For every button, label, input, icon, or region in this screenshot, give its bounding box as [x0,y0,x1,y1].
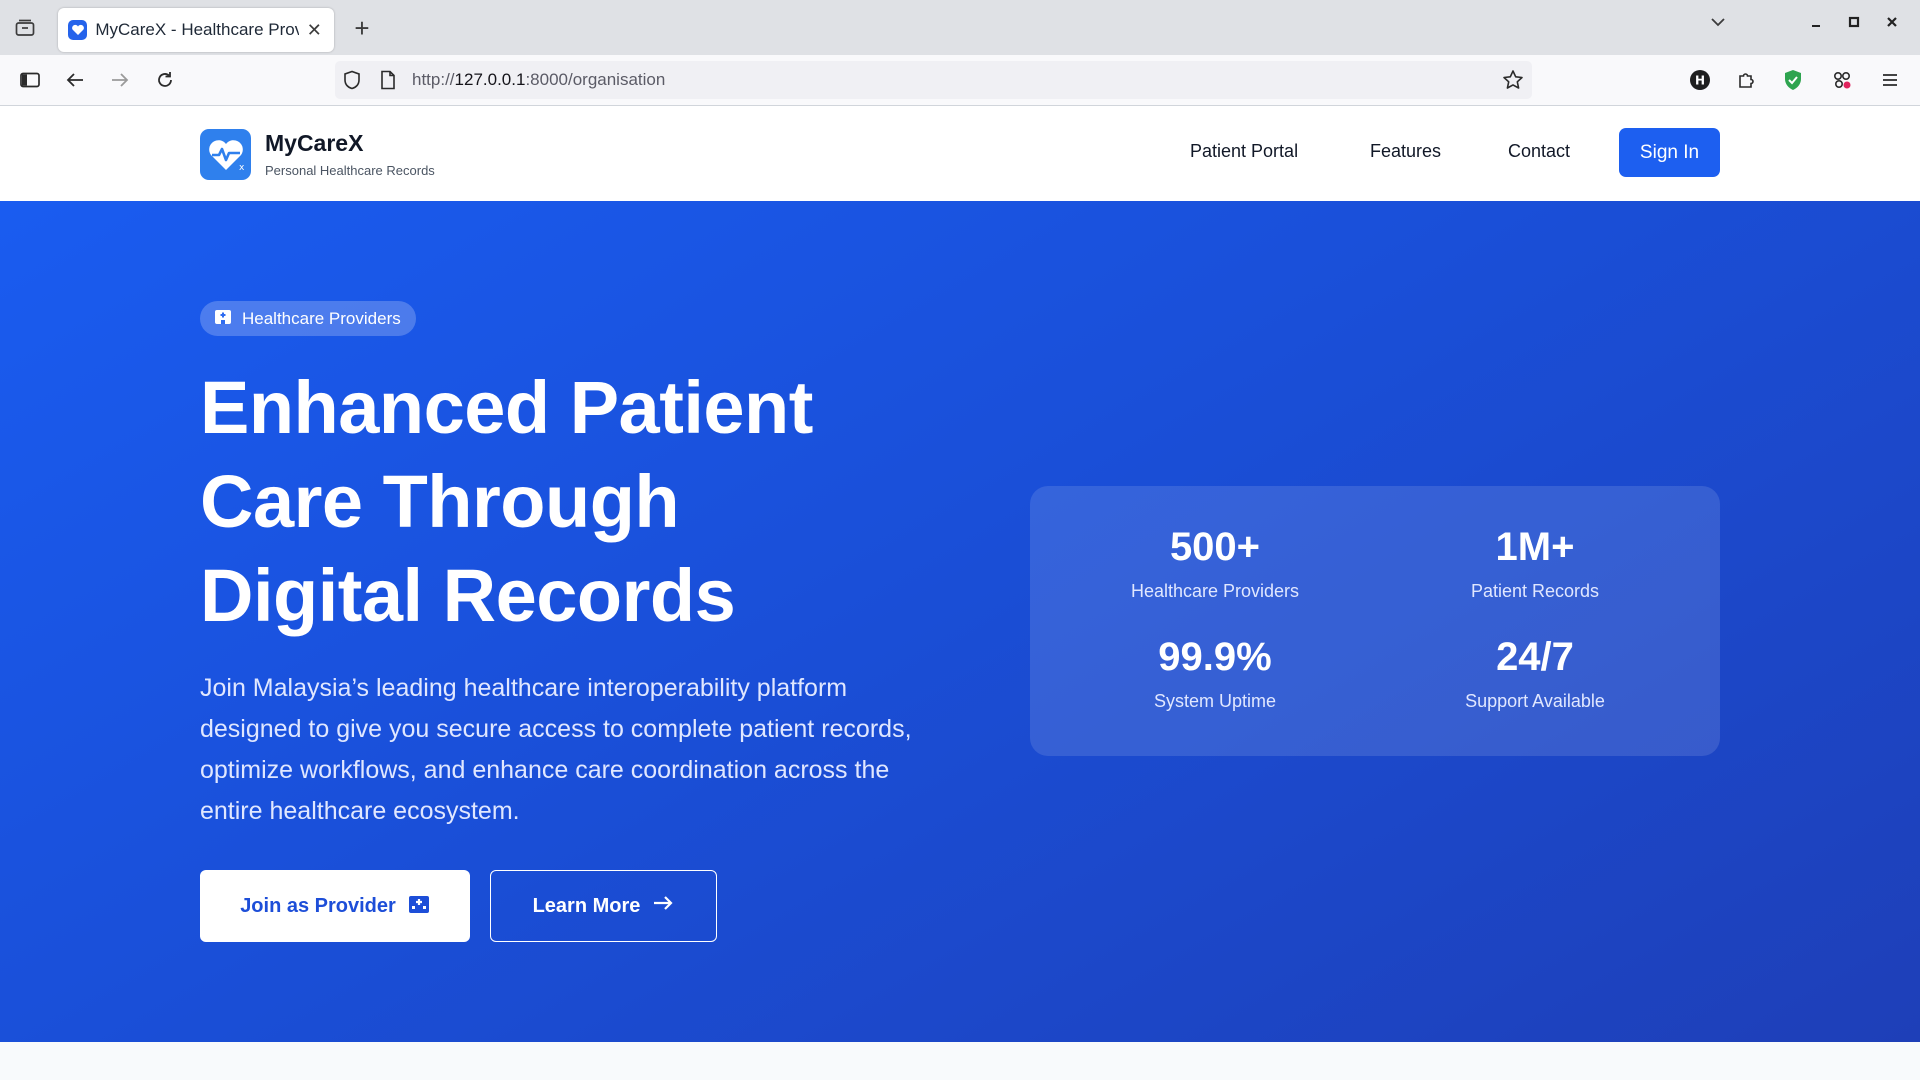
hospital-icon [408,893,430,919]
active-tab[interactable]: MyCareX - Healthcare Prov ✕ [58,8,334,52]
hero-section: Healthcare Providers Enhanced Patient Ca… [0,201,1920,1042]
stat-label: Support Available [1465,691,1605,711]
account-sync-icon[interactable] [1829,67,1855,93]
nav-features[interactable]: Features [1370,141,1441,162]
stat-providers: 500+ Healthcare Providers [1075,523,1355,603]
stat-value: 500+ [1169,525,1261,569]
minimize-icon[interactable] [1808,14,1824,30]
extension-h-icon[interactable]: H [1687,67,1713,93]
stat-label: Patient Records [1470,581,1600,601]
forward-arrow-icon[interactable] [107,67,133,93]
hospital-icon [214,307,232,330]
window-controls [1710,14,1900,30]
stat-label: Healthcare Providers [1130,581,1300,601]
sidebar-toggle-icon[interactable] [17,67,43,93]
new-tab-button[interactable]: + [348,13,376,43]
app-menu-icon[interactable] [1877,67,1903,93]
shield-icon[interactable] [343,70,361,95]
nav-contact[interactable]: Contact [1508,141,1570,162]
browser-nav-bar: http://127.0.0.1:8000/organisation H [0,55,1920,106]
maximize-icon[interactable] [1846,14,1862,30]
tab-title: MyCareX - Healthcare Prov [95,20,299,39]
tab-overflow-chevron-icon[interactable] [1710,14,1726,30]
stat-support: 24/7 Support Available [1395,633,1675,713]
hero-title-line-3: Digital Records [200,554,736,637]
mycarex-favicon-icon [68,20,88,40]
extensions-puzzle-icon[interactable] [1733,67,1759,93]
stat-records: 1M+ Patient Records [1395,523,1675,603]
stat-value: 1M+ [1495,525,1575,569]
page-info-icon[interactable] [380,70,396,95]
join-as-provider-label: Join as Provider [240,894,396,917]
svg-text:H: H [1695,74,1705,88]
stat-value: 24/7 [1496,635,1574,679]
back-arrow-icon[interactable] [62,67,88,93]
bookmark-star-icon[interactable] [1502,69,1524,96]
stat-label: System Uptime [1153,691,1277,711]
next-section-edge [0,1042,1920,1080]
nav-patient-portal[interactable]: Patient Portal [1190,141,1298,162]
site-header: x MyCareX Personal Healthcare Records Pa… [0,106,1920,201]
close-window-icon[interactable] [1884,14,1900,30]
stat-uptime: 99.9% System Uptime [1075,633,1355,713]
tab-list-icon[interactable] [10,14,40,42]
adblock-shield-icon[interactable] [1780,67,1806,93]
stats-card: 500+ Healthcare Providers 1M+ Patient Re… [1030,486,1720,756]
hero-title-line-2: Care Through [200,460,680,543]
mycarex-logo-icon[interactable]: x [200,129,251,180]
hero-description: Join Malaysia’s leading healthcare inter… [200,674,912,825]
learn-more-button[interactable]: Learn More [490,870,717,942]
learn-more-label: Learn More [532,894,641,917]
address-bar[interactable]: http://127.0.0.1:8000/organisation [335,61,1532,99]
url-text: http://127.0.0.1:8000/organisation [412,70,666,89]
hero-title: Enhanced Patient Care Through Digital Re… [200,361,960,643]
brand-name[interactable]: MyCareX [265,130,363,157]
hero-title-line-1: Enhanced Patient [200,366,813,449]
stat-value: 99.9% [1158,635,1272,679]
close-tab-icon[interactable]: ✕ [305,20,324,40]
reload-icon[interactable] [152,67,178,93]
arrow-right-icon [652,894,674,918]
providers-badge: Healthcare Providers [200,301,416,336]
svg-text:x: x [239,163,245,173]
brand-tagline: Personal Healthcare Records [265,163,435,178]
badge-label: Healthcare Providers [242,308,401,328]
sign-in-button[interactable]: Sign In [1619,128,1720,177]
join-as-provider-button[interactable]: Join as Provider [200,870,470,942]
browser-tab-bar: MyCareX - Healthcare Prov ✕ + [0,0,1920,55]
